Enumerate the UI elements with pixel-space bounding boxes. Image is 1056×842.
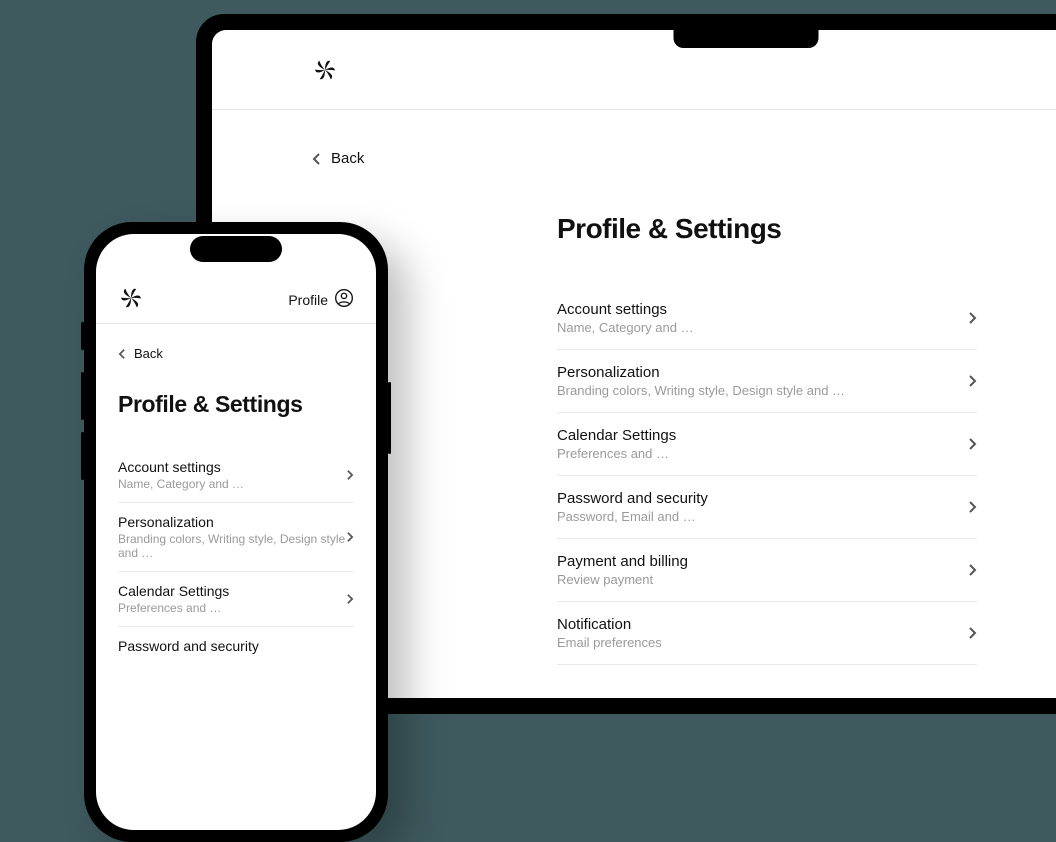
settings-item-desc: Password, Email and … xyxy=(557,509,968,524)
phone-notch xyxy=(190,236,282,262)
user-circle-icon xyxy=(334,288,354,311)
settings-item-calendar[interactable]: Calendar Settings Preferences and … xyxy=(557,413,977,476)
settings-list: Account settings Name, Category and … Pe… xyxy=(557,287,977,665)
settings-item-title: Account settings xyxy=(557,301,968,318)
profile-label: Profile xyxy=(288,292,328,308)
back-label: Back xyxy=(134,346,163,361)
chevron-right-icon xyxy=(968,626,977,640)
chevron-right-icon xyxy=(968,437,977,451)
settings-list: Account settings Name, Category and … Pe… xyxy=(118,448,354,667)
settings-item-text: Notification Email preferences xyxy=(557,616,968,650)
page-title: Profile & Settings xyxy=(118,391,354,418)
settings-item-text: Payment and billing Review payment xyxy=(557,553,968,587)
chevron-right-icon xyxy=(968,374,977,388)
chevron-right-icon xyxy=(346,469,354,481)
settings-item-title: Payment and billing xyxy=(557,553,968,570)
settings-item-desc: Branding colors, Writing style, Design s… xyxy=(557,383,968,398)
phone-frame: Profile Back Profile & Settings xyxy=(84,222,388,842)
settings-item-personalization[interactable]: Personalization Branding colors, Writing… xyxy=(557,350,977,413)
settings-item-title: Calendar Settings xyxy=(118,583,346,599)
profile-button[interactable]: Profile xyxy=(288,288,354,311)
settings-item-title: Personalization xyxy=(557,364,968,381)
settings-item-desc: Preferences and … xyxy=(557,446,968,461)
back-button[interactable]: Back xyxy=(312,150,364,167)
settings-item-notification[interactable]: Notification Email preferences xyxy=(557,602,977,665)
phone-side-button xyxy=(81,372,84,420)
settings-item-password[interactable]: Password and security Password, Email an… xyxy=(557,476,977,539)
settings-item-text: Account settings Name, Category and … xyxy=(557,301,968,335)
settings-item-text: Personalization Branding colors, Writing… xyxy=(118,514,346,560)
settings-item-title: Password and security xyxy=(557,490,968,507)
chevron-right-icon xyxy=(346,531,354,543)
settings-item-calendar[interactable]: Calendar Settings Preferences and … xyxy=(118,572,354,627)
back-button[interactable]: Back xyxy=(118,346,163,361)
chevron-left-icon xyxy=(312,152,321,166)
settings-item-desc: Name, Category and … xyxy=(118,477,346,491)
chevron-right-icon xyxy=(968,311,977,325)
settings-item-payment[interactable]: Payment and billing Review payment xyxy=(557,539,977,602)
settings-item-desc: Branding colors, Writing style, Design s… xyxy=(118,532,346,560)
phone-content: Back Profile & Settings Account settings… xyxy=(96,324,376,667)
settings-item-text: Password and security xyxy=(118,638,354,656)
laptop-header xyxy=(212,30,1056,110)
settings-item-text: Password and security Password, Email an… xyxy=(557,490,968,524)
app-logo-icon xyxy=(118,285,144,311)
chevron-right-icon xyxy=(968,500,977,514)
settings-item-desc: Preferences and … xyxy=(118,601,346,615)
phone-screen: Profile Back Profile & Settings xyxy=(96,234,376,830)
phone-side-button xyxy=(81,432,84,480)
laptop-notch xyxy=(674,28,819,48)
back-label: Back xyxy=(331,150,364,167)
settings-item-text: Calendar Settings Preferences and … xyxy=(557,427,968,461)
phone-side-button xyxy=(388,382,391,454)
app-logo-icon xyxy=(312,57,338,83)
chevron-right-icon xyxy=(968,563,977,577)
settings-item-title: Account settings xyxy=(118,459,346,475)
settings-item-account[interactable]: Account settings Name, Category and … xyxy=(557,287,977,350)
chevron-right-icon xyxy=(346,593,354,605)
phone-side-button xyxy=(81,322,84,350)
settings-item-desc: Name, Category and … xyxy=(557,320,968,335)
settings-item-account[interactable]: Account settings Name, Category and … xyxy=(118,448,354,503)
settings-item-personalization[interactable]: Personalization Branding colors, Writing… xyxy=(118,503,354,572)
settings-item-text: Personalization Branding colors, Writing… xyxy=(557,364,968,398)
settings-item-desc: Review payment xyxy=(557,572,968,587)
settings-item-title: Notification xyxy=(557,616,968,633)
chevron-left-icon xyxy=(118,348,126,360)
laptop-main: Profile & Settings Account settings Name… xyxy=(557,213,977,665)
page-title: Profile & Settings xyxy=(557,213,977,245)
settings-item-text: Calendar Settings Preferences and … xyxy=(118,583,346,615)
settings-item-title: Calendar Settings xyxy=(557,427,968,444)
settings-item-text: Account settings Name, Category and … xyxy=(118,459,346,491)
settings-item-title: Personalization xyxy=(118,514,346,530)
settings-item-desc: Email preferences xyxy=(557,635,968,650)
settings-item-password[interactable]: Password and security xyxy=(118,627,354,667)
